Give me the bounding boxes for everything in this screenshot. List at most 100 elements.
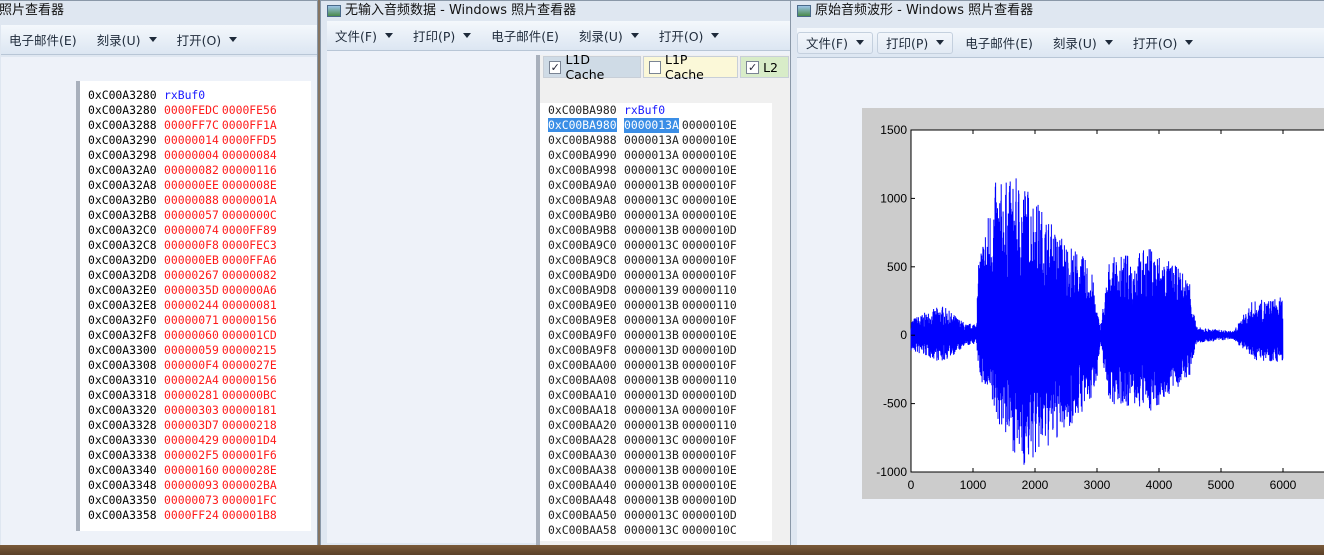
right-window-title: 原始音频波形 - Windows 照片查看器 — [815, 3, 1034, 18]
dump-row[interactable]: 0xC00BA9A8 0000013C 0000010E — [540, 193, 772, 208]
dump-row[interactable]: 0xC00A32A0 00000082 00000116 — [80, 163, 311, 178]
dump-row[interactable]: 0xC00BA9B8 0000013B 0000010D — [540, 223, 772, 238]
menu-2[interactable]: 打开(O) — [169, 29, 246, 51]
dump-row[interactable]: 0xC00BA9E8 0000013A 0000010F — [540, 313, 772, 328]
dump-row[interactable]: 0xC00BAA28 0000013C 0000010F — [540, 433, 772, 448]
dump-row[interactable]: 0xC00A3340 00000160 0000028E — [80, 463, 311, 478]
value: 0000013A — [624, 253, 679, 267]
dump-row[interactable]: 0xC00A3338 000002F5 000001F6 — [80, 448, 311, 463]
dump-row[interactable]: 0xC00BAA30 0000013B 0000010F — [540, 448, 772, 463]
dump-row[interactable]: 0xC00A32D0 000000EB 0000FFA6 — [80, 253, 311, 268]
dump-row[interactable]: 0xC00A32E0 0000035D 000000A6 — [80, 283, 311, 298]
dump-row[interactable]: 0xC00BAA00 0000013B 0000010F — [540, 358, 772, 373]
checkbox[interactable]: ✓ — [549, 60, 562, 74]
dump-row[interactable]: 0xC00BA9B0 0000013A 0000010E — [540, 208, 772, 223]
address-text: 0xC00A3290 — [88, 133, 157, 147]
value: 00000082 — [164, 163, 219, 177]
middle-toolbar: 文件(F) 打印(P) 电子邮件(E) 刻录(U) 打开(O) — [327, 21, 791, 51]
value: 00000110 — [681, 283, 737, 297]
menu-3[interactable]: 刻录(U) — [571, 25, 647, 47]
dump-row[interactable]: 0xC00BAA48 0000013B 0000010D — [540, 493, 772, 508]
dump-row[interactable]: 0xC00BA9A0 0000013B 0000010F — [540, 178, 772, 193]
address: 0xC00A32A8 — [80, 178, 164, 193]
dump-row[interactable]: 0xC00BAA18 0000013A 0000010F — [540, 403, 772, 418]
menu-0[interactable]: 文件(F) — [327, 25, 401, 47]
dump-row[interactable]: 0xC00A3320 00000303 00000181 — [80, 403, 311, 418]
dump-row[interactable]: 0xC00BAA20 0000013B 00000110 — [540, 418, 772, 433]
dump-row[interactable]: 0xC00A3308 000000F4 0000027E — [80, 358, 311, 373]
value: 0000013B — [624, 298, 679, 312]
dump-row[interactable]: 0xC00A3288 0000FF7C 0000FF1A — [80, 118, 311, 133]
dump-row[interactable]: 0xC00BAA38 0000013B 0000010E — [540, 463, 772, 478]
dump-row[interactable]: 0xC00A3290 00000014 0000FFD5 — [80, 133, 311, 148]
dump-row[interactable]: 0xC00A32D8 00000267 00000082 — [80, 268, 311, 283]
dump-row[interactable]: 0xC00BA988 0000013A 0000010E — [540, 133, 772, 148]
left-memory-dump[interactable]: 0xC00A3280 rxBuf0 0xC00A3280 0000FEDC 0000FE… — [76, 81, 311, 531]
dump-row[interactable]: 0xC00BAA08 0000013B 00000110 — [540, 373, 772, 388]
value: 000001D4 — [221, 433, 277, 447]
dump-row[interactable]: 0xC00BA9C0 0000013C 0000010F — [540, 238, 772, 253]
address: 0xC00BAA38 — [540, 463, 624, 478]
menu-1[interactable]: 打印(P) — [876, 31, 954, 54]
dump-row[interactable]: 0xC00A32A8 000000EE 0000008E — [80, 178, 311, 193]
address-text: 0xC00A32F0 — [88, 313, 157, 327]
y-tick-label: -1000 — [876, 465, 907, 479]
dump-row[interactable]: 0xC00BAA10 0000013D 0000010D — [540, 388, 772, 403]
address: 0xC00A3288 — [80, 118, 164, 133]
dump-row[interactable]: 0xC00A32E8 00000244 00000081 — [80, 298, 311, 313]
menu-2[interactable]: 电子邮件(E) — [957, 32, 1041, 54]
value: 0000013B — [624, 223, 679, 237]
dump-row[interactable]: 0xC00BA9C8 0000013A 0000010F — [540, 253, 772, 268]
dump-row[interactable]: 0xC00A32B0 00000088 0000001A — [80, 193, 311, 208]
dump-row[interactable]: 0xC00BAA50 0000013C 0000010D — [540, 508, 772, 523]
dump-row[interactable]: 0xC00BA990 0000013A 0000010E — [540, 148, 772, 163]
value: 0000010E — [681, 118, 737, 132]
value: 00000093 — [164, 478, 219, 492]
address: 0xC00A32F0 — [80, 313, 164, 328]
address-text: 0xC00BAA20 — [548, 418, 617, 432]
dump-row[interactable]: 0xC00BA9E0 0000013B 00000110 — [540, 298, 772, 313]
address: 0xC00A3328 — [80, 418, 164, 433]
left-window-title: 照片查看器 — [0, 3, 65, 18]
dump-row[interactable]: 0xC00A32F8 00000060 000001CD — [80, 328, 311, 343]
dump-row[interactable]: 0xC00BA9D8 00000139 00000110 — [540, 283, 772, 298]
menu-0[interactable]: 电子邮件(E) — [1, 29, 85, 51]
dump-row[interactable]: 0xC00BA9F8 0000013D 0000010D — [540, 343, 772, 358]
checkbox[interactable]: ✓ — [746, 60, 760, 74]
dump-row[interactable]: 0xC00A3310 000002A4 00000156 — [80, 373, 311, 388]
dump-row[interactable]: 0xC00BA9F0 0000013B 0000010E — [540, 328, 772, 343]
dump-row[interactable]: 0xC00A3350 00000073 000001FC — [80, 493, 311, 508]
tab-cache-0[interactable]: ✓ L1D Cache — [543, 52, 641, 82]
menu-3[interactable]: 刻录(U) — [1045, 32, 1121, 54]
dump-row[interactable]: 0xC00A32F0 00000071 00000156 — [80, 313, 311, 328]
menu-2[interactable]: 电子邮件(E) — [483, 25, 567, 47]
menu-0[interactable]: 文件(F) — [797, 31, 873, 54]
tab-cache-1[interactable]: L1P Cache — [642, 52, 739, 82]
middle-memory-dump[interactable]: 0xC00BA980 rxBuf0 0xC00BA980 0000013A 000001… — [540, 103, 772, 541]
dump-row[interactable]: 0xC00BA9D0 0000013A 0000010F — [540, 268, 772, 283]
dump-row[interactable]: 0xC00A32B8 00000057 0000000C — [80, 208, 311, 223]
menu-4[interactable]: 打开(O) — [651, 25, 728, 47]
dump-row[interactable]: 0xC00BA998 0000013C 0000010E — [540, 163, 772, 178]
dump-row[interactable]: 0xC00BAA40 0000013B 0000010E — [540, 478, 772, 493]
dump-row[interactable]: 0xC00A32C8 000000F8 0000FEC3 — [80, 238, 311, 253]
dump-row[interactable]: 0xC00BA980 0000013A 0000010E — [540, 118, 772, 133]
dump-row[interactable]: 0xC00A32C0 00000074 0000FF89 — [80, 223, 311, 238]
tab-cache-2[interactable]: ✓ L2 — [740, 56, 789, 78]
dump-row[interactable]: 0xC00A3328 000003D7 00000218 — [80, 418, 311, 433]
menu-1[interactable]: 刻录(U) — [89, 29, 165, 51]
dump-row[interactable]: 0xC00A3348 00000093 000002BA — [80, 478, 311, 493]
menu-4[interactable]: 打开(O) — [1125, 32, 1202, 54]
dump-row[interactable]: 0xC00BAA58 0000013C 0000010C — [540, 523, 772, 538]
checkbox[interactable] — [648, 60, 661, 74]
dump-row[interactable]: 0xC00A3318 00000281 000000BC — [80, 388, 311, 403]
dump-row[interactable]: 0xC00A3330 00000429 000001D4 — [80, 433, 311, 448]
address: 0xC00BAA10 — [540, 388, 624, 403]
dump-row[interactable]: 0xC00A3280 0000FEDC 0000FE56 — [80, 103, 311, 118]
dump-row[interactable]: 0xC00A3358 0000FF24 000001B8 — [80, 508, 311, 523]
dump-row[interactable]: 0xC00A3300 00000059 00000215 — [80, 343, 311, 358]
address: 0xC00BA9C8 — [540, 253, 624, 268]
value: 0000FF1A — [221, 118, 277, 132]
menu-1[interactable]: 打印(P) — [405, 25, 479, 47]
dump-row[interactable]: 0xC00A3298 00000004 00000084 — [80, 148, 311, 163]
